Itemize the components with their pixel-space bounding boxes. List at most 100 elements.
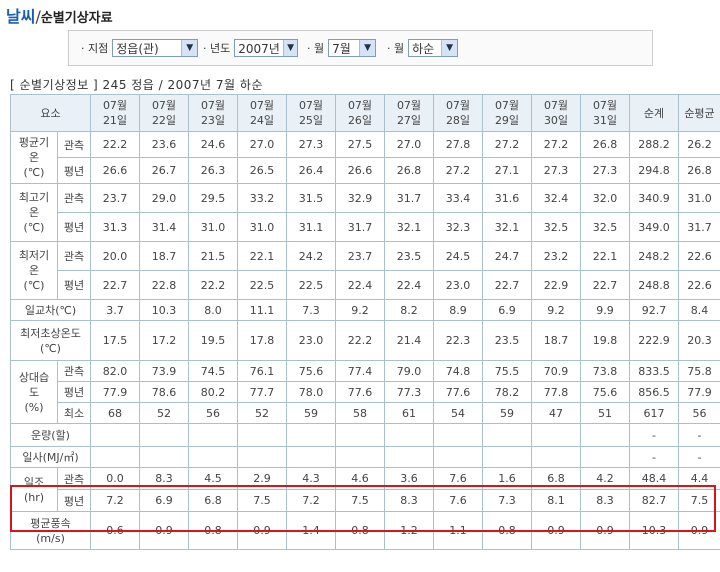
table-cell: 8.9	[433, 299, 483, 321]
table-cell: 68	[90, 402, 140, 424]
table-row: 평년 22.7 22.8 22.2 22.5 22.5 22.4 22.4 23.0 22.7 22…	[11, 270, 720, 300]
table-cell: 288.2	[629, 131, 679, 158]
table-cell: 79.0	[384, 360, 434, 382]
table-cell: 22.5	[286, 270, 336, 300]
table-cell: 0.9	[237, 511, 287, 550]
table-cell: 7.5	[678, 489, 720, 512]
table-row: 평년 7.2 6.9 6.8 7.5 7.2 7.5 8.3 7.6 7.3 8.1 8.3 82.7 7…	[11, 489, 720, 512]
table-cell: 22.2	[188, 270, 238, 300]
table-cell: 0.8	[335, 511, 385, 550]
page-title: 날씨	[6, 7, 36, 26]
table-cell	[188, 423, 238, 447]
year-select[interactable]: 2007년 ▼	[234, 39, 299, 57]
table-cell: 248.2	[629, 241, 679, 271]
table-cell: 7.2	[286, 489, 336, 512]
row-group-label: 평균기 온 (℃)	[10, 131, 58, 184]
header-sum: 순계	[629, 94, 679, 132]
header-corner: 요소	[10, 94, 91, 132]
table-cell	[286, 446, 336, 468]
table-cell: 4.3	[286, 467, 336, 490]
table-cell: 22.8	[139, 270, 189, 300]
table-cell: 21.4	[384, 320, 434, 361]
table-cell: 22.9	[531, 270, 581, 300]
table-cell: 24.7	[482, 241, 532, 271]
header-date: 07월 30일	[531, 94, 581, 132]
table-cell: 78.6	[139, 381, 189, 403]
table-cell: 58	[335, 402, 385, 424]
table-cell: 82.7	[629, 489, 679, 512]
table-row: 최고기 온 (℃) 관측 23.7 29.0 29.5 33.2 31.5 32.9 31.7 3…	[10, 183, 720, 242]
table-cell: 77.8	[531, 381, 581, 403]
table-cell: 0.9	[139, 511, 189, 550]
table-cell: 77.9	[90, 381, 140, 403]
table-cell: 22.5	[237, 270, 287, 300]
table-cell: 22.7	[580, 270, 630, 300]
header-date: 07월 24일	[237, 94, 287, 132]
month-select[interactable]: 7월 ▼	[328, 39, 377, 57]
table-cell	[139, 446, 189, 468]
table-cell	[531, 446, 581, 468]
row-sub-label: 평년	[57, 381, 91, 403]
table-row: 최저기 온 (℃) 관측 20.0 18.7 21.5 22.1 24.2 23.7 23.5 2…	[10, 241, 720, 300]
period-value: 하순	[412, 41, 435, 56]
row-sub-label: 관측	[57, 241, 91, 271]
table-cell: 7.3	[286, 299, 336, 321]
table-cell: 54	[433, 402, 483, 424]
table-cell: 22.6	[678, 241, 720, 271]
table-cell: 61	[384, 402, 434, 424]
table-cell: 74.8	[433, 360, 483, 382]
chevron-down-icon[interactable]: ▼	[359, 40, 376, 56]
station-filter: · 지점 정읍(관) ▼	[81, 39, 199, 57]
table-cell: 856.5	[629, 381, 679, 403]
table-cell: 2.9	[237, 467, 287, 490]
table-cell: 22.7	[90, 270, 140, 300]
table-cell: 75.8	[678, 360, 720, 382]
header-date: 07월 25일	[286, 94, 336, 132]
year-filter: · 년도 2007년 ▼	[203, 39, 299, 57]
table-cell	[433, 446, 483, 468]
table-cell: 8.3	[384, 489, 434, 512]
period-select[interactable]: 하순 ▼	[408, 39, 459, 57]
table-cell: 27.3	[286, 131, 336, 158]
table-cell: 7.2	[90, 489, 140, 512]
table-cell: 0.9	[580, 511, 630, 550]
table-cell: 23.0	[286, 320, 336, 361]
table-cell: 77.7	[237, 381, 287, 403]
table-cell	[90, 446, 140, 468]
table-cell: 248.8	[629, 270, 679, 300]
row-sub-label: 관측	[57, 360, 91, 382]
table-cell: 6.8	[531, 467, 581, 490]
table-cell: -	[629, 446, 679, 468]
period-filter: · 월 하순 ▼	[387, 39, 459, 57]
table-cell: 51	[580, 402, 630, 424]
table-cell: 75.6	[286, 360, 336, 382]
row-sub-label: 평년	[57, 212, 91, 242]
table-cell: 17.8	[237, 320, 287, 361]
chevron-down-icon[interactable]: ▼	[282, 40, 298, 56]
table-cell: 27.8	[433, 131, 483, 158]
station-select[interactable]: 정읍(관) ▼	[112, 39, 199, 57]
table-cell: 23.7	[90, 183, 140, 213]
table-cell: 7.6	[433, 467, 483, 490]
table-cell	[188, 446, 238, 468]
table-cell: 22.1	[237, 241, 287, 271]
table-cell: 4.5	[188, 467, 238, 490]
table-cell: 26.5	[237, 157, 287, 184]
table-cell: 23.5	[482, 320, 532, 361]
table-cell: 11.1	[237, 299, 287, 321]
table-cell: 222.9	[629, 320, 679, 361]
table-cell: 0.0	[90, 467, 140, 490]
table-row: 상대습 도 (%) 관측 82.0 73.9 74.5 76.1 75.6 77.4 79.0 7…	[10, 360, 720, 424]
weather-table: 요소 07월 21일 07월 22일 07월 23일 07월 24일 07월 25일 07월…	[10, 94, 720, 550]
table-cell: 8.1	[531, 489, 581, 512]
table-cell: 22.2	[335, 320, 385, 361]
month-label: · 월	[307, 42, 325, 55]
station-value: 정읍(관)	[116, 41, 159, 56]
chevron-down-icon[interactable]: ▼	[181, 40, 198, 56]
header-average: 순평균	[678, 94, 720, 132]
month-filter: · 월 7월 ▼	[307, 39, 377, 57]
table-cell: 617	[629, 402, 679, 424]
chevron-down-icon[interactable]: ▼	[441, 40, 458, 56]
table-cell	[384, 446, 434, 468]
header-date: 07월 26일	[335, 94, 385, 132]
